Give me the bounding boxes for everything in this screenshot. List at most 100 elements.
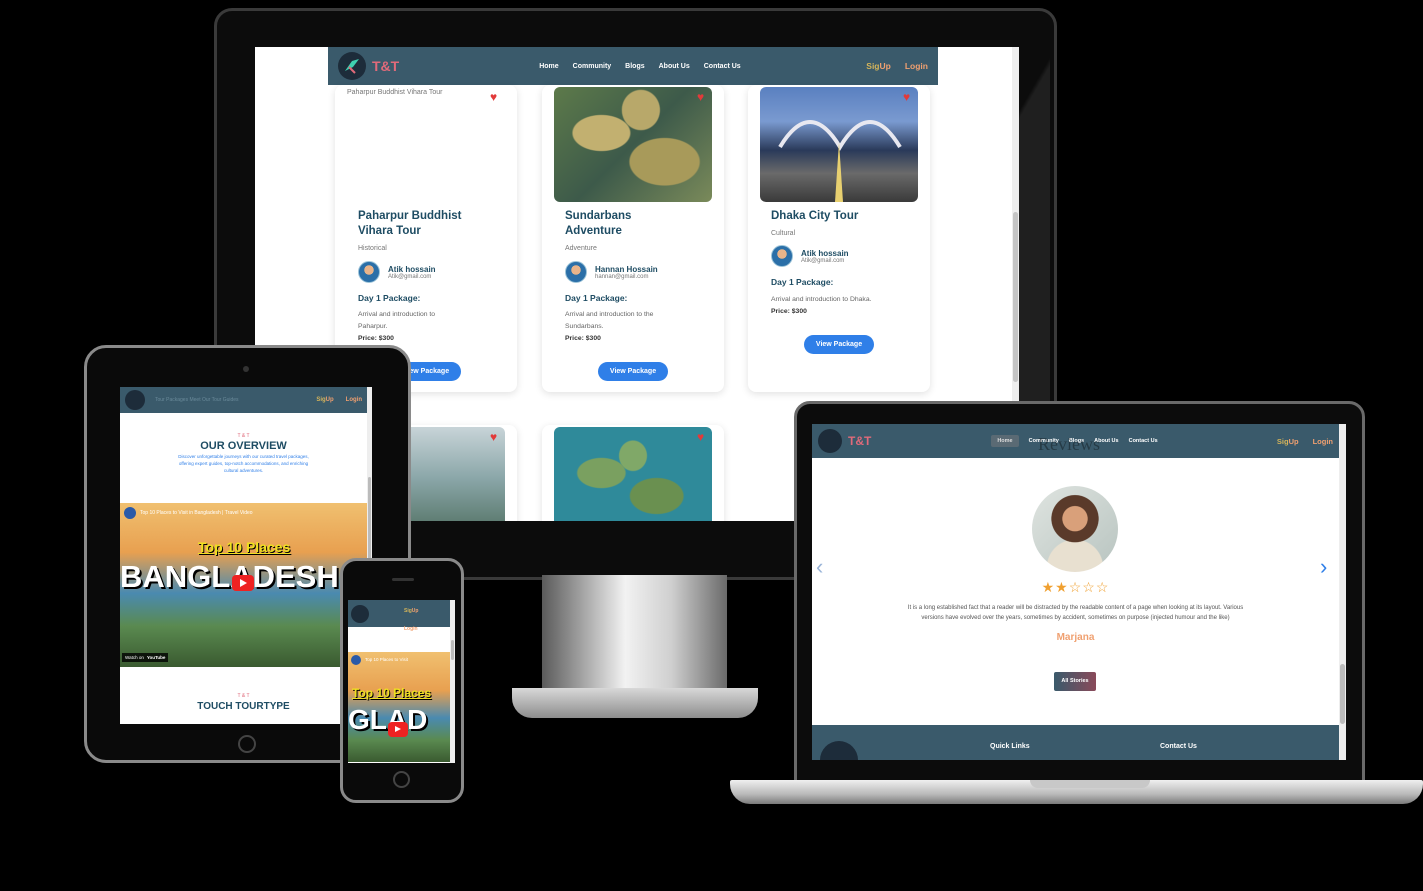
- signup-text-b: Up: [879, 61, 891, 71]
- all-stories-button[interactable]: All Stories: [1054, 672, 1096, 691]
- reviewer-photo: [1032, 486, 1118, 572]
- reviewer-name: Marjana: [1056, 632, 1095, 643]
- monitor-navbar: T&T Home Community Blogs About Us Contac…: [328, 47, 938, 85]
- phone-scrollbar[interactable]: [450, 600, 455, 763]
- card-author: Hannan Hossain hannan@gmail.com: [565, 261, 658, 283]
- laptop-screen: T&T Home Community Blogs About Us Contac…: [812, 424, 1346, 760]
- favorite-heart-icon[interactable]: ♥: [697, 431, 704, 443]
- video-big-text-1: Top 10 Places: [352, 686, 432, 700]
- signup-link[interactable]: SigUp: [1277, 437, 1299, 446]
- tour-title: TOUCH TOURTYPE: [197, 701, 290, 712]
- monitor-auth-links: SigUp Login: [866, 61, 928, 71]
- laptop-auth-links: SigUp Login: [1277, 437, 1333, 446]
- carousel-next-button[interactable]: ›: [1320, 554, 1327, 580]
- signup-text-a: Sig: [866, 61, 880, 71]
- monitor-stand-neck: [542, 575, 727, 690]
- login-link[interactable]: Login: [1313, 437, 1333, 446]
- footer-quick-links-title: Quick Links: [990, 743, 1030, 750]
- tablet-auth-links: SigUp Login: [316, 397, 362, 403]
- package-label: Day 1 Package:: [565, 293, 628, 303]
- nav-about[interactable]: About Us: [659, 63, 690, 70]
- youtube-embed[interactable]: Top 10 Places to Visit in Bangladesh | T…: [120, 503, 367, 667]
- package-label: Day 1 Package:: [358, 293, 421, 303]
- tablet-navbar: Tour Packages Meet Our Tour Guides SigUp…: [120, 387, 367, 413]
- video-big-text-2: BANGLADESH: [120, 559, 339, 594]
- signup-text-a: Sig: [316, 397, 326, 403]
- favorite-heart-icon[interactable]: ♥: [490, 431, 497, 443]
- package-label: Day 1 Package:: [771, 277, 834, 287]
- card-title-line-2: Adventure: [565, 225, 622, 237]
- signup-text-b: Up: [325, 397, 334, 403]
- nav-blogs[interactable]: Blogs: [625, 63, 644, 70]
- overview-text-1: Discover unforgettable journeys with our…: [178, 454, 309, 459]
- nav-contact[interactable]: Contact Us: [704, 63, 741, 70]
- brand-logo[interactable]: T&T: [818, 429, 871, 453]
- tablet-screen: Tour Packages Meet Our Tour Guides SigUp…: [120, 387, 372, 724]
- package-desc-line-2: Sundarbans.: [565, 323, 604, 330]
- watch-on-youtube[interactable]: Watch on YouTube: [122, 653, 169, 662]
- hummingbird-logo-icon: [818, 429, 842, 453]
- hummingbird-logo-icon: [125, 390, 145, 410]
- view-package-button[interactable]: View Package: [804, 335, 874, 354]
- overview-title: OUR OVERVIEW: [200, 440, 287, 452]
- laptop-notch: [1030, 780, 1150, 788]
- video-big-text-1: Top 10 Places: [198, 539, 291, 555]
- signup-link[interactable]: SigUp: [316, 397, 333, 403]
- carousel-prev-button[interactable]: ‹: [816, 554, 823, 580]
- package-desc-line-2: Paharpur.: [358, 323, 388, 330]
- laptop-scrollbar[interactable]: [1339, 424, 1346, 760]
- bridge-illustration: [778, 120, 902, 202]
- package-desc-line-1: Arrival and introduction to: [358, 311, 436, 318]
- review-text-1: It is a long established fact that a rea…: [907, 605, 1244, 611]
- tablet-home-button[interactable]: [238, 735, 256, 753]
- brand-name: T&T: [372, 58, 400, 74]
- islands-image: [554, 427, 712, 521]
- phone-auth-links: SigUp Login: [404, 602, 418, 638]
- hummingbird-logo-icon: [351, 604, 369, 623]
- overview-text-2: offering expert guides, top-notch accomm…: [178, 461, 309, 466]
- card-title-line-1: Sundarbans: [565, 210, 632, 222]
- login-link[interactable]: Login: [404, 620, 418, 638]
- nav-home[interactable]: Home: [539, 63, 558, 70]
- brand-logo[interactable]: T&T: [338, 52, 399, 80]
- review-text-2: versions have evolved over the years, so…: [921, 615, 1230, 621]
- youtube-play-button[interactable]: [232, 575, 254, 591]
- signup-link[interactable]: SigUp: [404, 602, 418, 620]
- login-link[interactable]: Login: [905, 61, 928, 71]
- brand-name: T&T: [848, 434, 872, 448]
- favorite-heart-icon[interactable]: ♥: [697, 91, 704, 103]
- laptop-footer: Quick Links Contact Us: [812, 725, 1339, 760]
- login-link[interactable]: Login: [346, 397, 362, 403]
- package-card: ♥: [542, 425, 724, 521]
- nav-community[interactable]: Community: [573, 63, 612, 70]
- card-author: Atik hossain Atik@gmail.com: [771, 245, 849, 267]
- hummingbird-logo-icon: [820, 741, 858, 760]
- signup-link[interactable]: SigUp: [866, 61, 891, 71]
- nav-contact[interactable]: Contact Us: [1129, 438, 1158, 444]
- phone-speaker: [392, 578, 414, 581]
- package-desc-line-1: Arrival and introduction to the: [565, 311, 654, 318]
- card-category: Cultural: [771, 230, 796, 237]
- nav-home[interactable]: Home: [991, 435, 1019, 447]
- package-price: Price: $300: [565, 335, 601, 342]
- phone-youtube-embed[interactable]: Top 10 Places to Visit Top 10 Places GLA…: [348, 652, 450, 762]
- avatar: [358, 261, 380, 283]
- card-author: Atik hossain Atik@gmail.com: [358, 261, 436, 283]
- monitor-stand-base: [512, 688, 758, 718]
- video-channel-icon: [124, 507, 136, 519]
- avatar: [771, 245, 793, 267]
- author-name: Atik hossain: [801, 248, 849, 258]
- favorite-heart-icon[interactable]: ♥: [903, 91, 910, 103]
- tour-kicker: T & T: [237, 693, 250, 699]
- author-email: Atik@gmail.com: [801, 257, 845, 264]
- sundarbans-image: [554, 87, 712, 202]
- tablet-camera: [243, 366, 249, 372]
- author-email: hannan@gmail.com: [595, 273, 649, 280]
- phone-home-button[interactable]: [393, 771, 410, 788]
- favorite-heart-icon[interactable]: ♥: [490, 91, 497, 103]
- card-category: Historical: [358, 245, 387, 252]
- phone-navbar: SigUp Login: [348, 600, 450, 632]
- view-package-button[interactable]: View Package: [598, 362, 668, 381]
- youtube-play-button[interactable]: [388, 722, 408, 737]
- avatar: [565, 261, 587, 283]
